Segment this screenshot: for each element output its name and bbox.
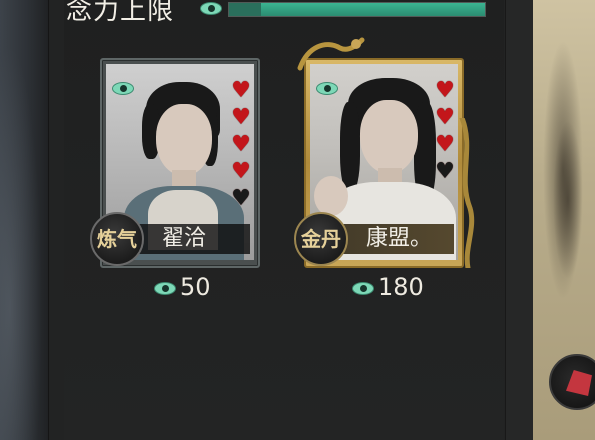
disciple-card-2[interactable]: ♥ ♥ ♥ ♥ 康盟。 金丹 bbox=[294, 37, 475, 268]
heart-icon: ♥ bbox=[435, 105, 455, 130]
heart-empty-icon: ♥ bbox=[231, 186, 251, 211]
heart-icon: ♥ bbox=[435, 132, 455, 157]
disciple-card-1[interactable]: ♥ ♥ ♥ ♥ ♥ 翟洽 炼气 bbox=[90, 58, 260, 268]
card-value: 50 bbox=[180, 273, 211, 301]
card-name: 康盟。 bbox=[340, 224, 454, 254]
rank-badge: 炼气 bbox=[90, 212, 144, 266]
dragon-tail-ornament bbox=[459, 118, 475, 268]
eye-icon bbox=[352, 282, 374, 295]
heart-empty-icon: ♥ bbox=[435, 159, 455, 184]
header-title: 念力上限 bbox=[66, 0, 175, 26]
rank-badge: 金丹 bbox=[294, 212, 348, 266]
limit-progress-bar bbox=[228, 2, 486, 17]
heart-icon: ♥ bbox=[231, 105, 251, 130]
heart-meter: ♥ ♥ ♥ ♥ ♥ bbox=[230, 78, 252, 211]
eye-icon bbox=[112, 82, 134, 95]
heart-icon: ♥ bbox=[231, 132, 251, 157]
eye-icon bbox=[316, 82, 338, 95]
background-left bbox=[0, 0, 48, 440]
eye-icon bbox=[154, 282, 176, 295]
card-name: 翟洽 bbox=[136, 224, 250, 254]
heart-meter: ♥ ♥ ♥ ♥ bbox=[434, 78, 456, 184]
heart-icon: ♥ bbox=[435, 78, 455, 103]
panel-edge bbox=[505, 0, 533, 440]
heart-icon: ♥ bbox=[231, 78, 251, 103]
limit-progress-segment bbox=[229, 3, 261, 16]
card-value: 180 bbox=[378, 273, 424, 301]
limit-progress-fill bbox=[229, 3, 485, 16]
dragon-ornament bbox=[297, 37, 365, 71]
eye-icon bbox=[200, 2, 222, 15]
heart-icon: ♥ bbox=[231, 159, 251, 184]
